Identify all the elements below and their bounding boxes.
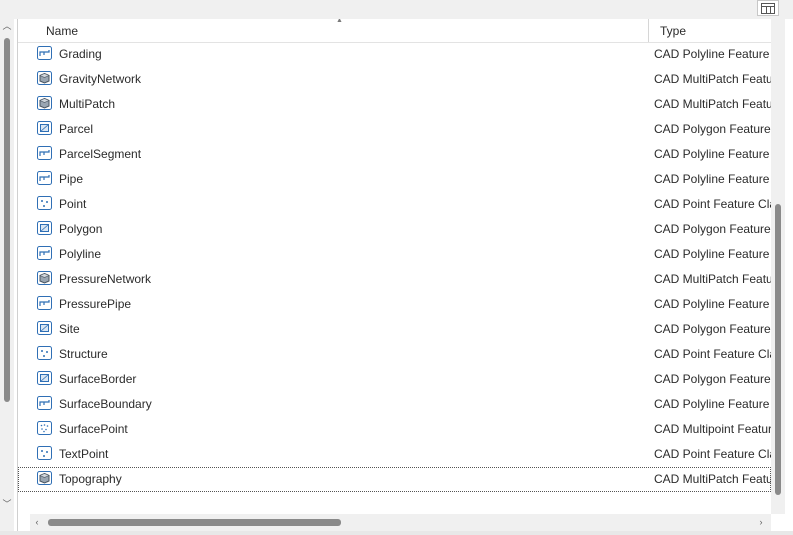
column-header-name[interactable]: Name [46, 24, 78, 38]
right-scrollbar-thumb[interactable] [775, 204, 781, 495]
row-type: CAD MultiPatch Feature Class [654, 97, 771, 111]
row-type: CAD Polygon Feature Class [654, 322, 771, 336]
table-row[interactable]: Topography CAD MultiPatch Feature Class [18, 467, 771, 492]
table-row[interactable]: Site CAD Polygon Feature Class [18, 317, 771, 342]
horizontal-scrollbar[interactable]: ‹ › [30, 514, 771, 531]
scroll-left-arrow-icon[interactable]: ‹ [30, 517, 44, 527]
row-name: SurfaceBoundary [59, 397, 152, 411]
row-type: CAD Point Feature Class [654, 347, 771, 361]
row-name: Polyline [59, 247, 102, 261]
row-type: CAD Multipoint Feature Class [654, 422, 771, 436]
polyline-icon [37, 296, 52, 310]
table-row[interactable]: Grading CAD Polyline Feature Class [18, 42, 771, 67]
left-scrollbar-thumb[interactable] [4, 38, 10, 402]
row-name: ParcelSegment [59, 147, 142, 161]
row-name: GravityNetwork [59, 72, 142, 86]
table-row[interactable]: TextPoint CAD Point Feature Class [18, 442, 771, 467]
table-row[interactable]: GravityNetwork CAD MultiPatch Feature Cla… [18, 67, 771, 92]
row-name: PressureNetwork [59, 272, 152, 286]
row-type: CAD Polyline Feature Class [654, 297, 771, 311]
table-body: Grading CAD Polyline Feature Class Gravity… [18, 42, 771, 492]
right-vertical-scrollbar[interactable] [771, 19, 785, 514]
table-row[interactable]: SurfaceBorder CAD Polygon Feature Class [18, 367, 771, 392]
multipatch-icon [37, 71, 52, 85]
table-row[interactable]: Polyline CAD Polyline Feature Class [18, 242, 771, 267]
row-type: CAD Point Feature Class [654, 447, 771, 461]
polyline-icon [37, 46, 52, 60]
row-name: MultiPatch [59, 97, 116, 111]
table-row[interactable]: SurfaceBoundary CAD Polyline Feature Clas… [18, 392, 771, 417]
polyline-icon [37, 146, 52, 160]
sort-ascending-icon: ▲ [336, 19, 343, 24]
row-name: TextPoint [59, 447, 109, 461]
scroll-up-arrow-icon[interactable]: ︿ [0, 21, 14, 31]
row-name: Point [59, 197, 87, 211]
table-row[interactable]: PressurePipe CAD Polyline Feature Class [18, 292, 771, 317]
table-layout-button[interactable] [757, 0, 779, 16]
polygon-icon [37, 121, 52, 135]
row-type: CAD MultiPatch Feature Class [654, 72, 771, 86]
polygon-icon [37, 221, 52, 235]
polygon-icon [37, 371, 52, 385]
top-toolbar [0, 0, 793, 19]
bottom-border [0, 531, 793, 535]
table-row[interactable]: SurfacePoint CAD Multipoint Feature Class [18, 417, 771, 442]
point-icon [37, 346, 52, 360]
row-name: Polygon [59, 222, 103, 236]
table-row[interactable]: PressureNetwork CAD MultiPatch Feature Cl… [18, 267, 771, 292]
row-type: CAD Polyline Feature Class [654, 247, 771, 261]
column-header-type[interactable]: Type [660, 24, 686, 38]
table-row[interactable]: Point CAD Point Feature Class [18, 192, 771, 217]
polygon-icon [37, 321, 52, 335]
row-type: CAD MultiPatch Feature Class [654, 472, 771, 486]
row-type: CAD Polygon Feature Class [654, 372, 771, 386]
polyline-icon [37, 171, 52, 185]
polyline-icon [37, 246, 52, 260]
row-type: CAD Point Feature Class [654, 197, 771, 211]
row-name: Structure [59, 347, 108, 361]
scroll-right-arrow-icon[interactable]: › [754, 517, 768, 527]
row-type: CAD Polyline Feature Class [654, 172, 771, 186]
table-layout-icon [761, 2, 775, 14]
point-icon [37, 446, 52, 460]
multipatch-icon [37, 471, 52, 485]
row-name: PressurePipe [59, 297, 132, 311]
horizontal-scrollbar-thumb[interactable] [48, 519, 341, 526]
row-name: Topography [59, 472, 122, 486]
table-row[interactable]: Parcel CAD Polygon Feature Class [18, 117, 771, 142]
row-type: CAD Polyline Feature Class [654, 147, 771, 161]
row-type: CAD Polygon Feature Class [654, 222, 771, 236]
table-header: ▲ Name Type [18, 19, 771, 43]
row-name: SurfaceBorder [59, 372, 137, 386]
row-name: Site [59, 322, 80, 336]
row-name: Pipe [59, 172, 84, 186]
table-row[interactable]: Structure CAD Point Feature Class [18, 342, 771, 367]
row-type: CAD Polyline Feature Class [654, 47, 771, 61]
scroll-down-arrow-icon[interactable]: ﹀ [0, 499, 14, 509]
table-row[interactable]: Pipe CAD Polyline Feature Class [18, 167, 771, 192]
column-resize-handle[interactable] [648, 19, 649, 42]
row-name: SurfacePoint [59, 422, 128, 436]
polyline-icon [37, 396, 52, 410]
multipatch-icon [37, 96, 52, 110]
feature-class-table: ▲ Name Type Grading CAD Polyline Feature … [18, 19, 771, 514]
row-name: Grading [59, 47, 102, 61]
table-row[interactable]: ParcelSegment CAD Polyline Feature Class [18, 142, 771, 167]
table-row[interactable]: MultiPatch CAD MultiPatch Feature Class [18, 92, 771, 117]
row-type: CAD Polygon Feature Class [654, 122, 771, 136]
row-type: CAD MultiPatch Feature Class [654, 272, 771, 286]
row-type: CAD Polyline Feature Class [654, 397, 771, 411]
row-name: Parcel [59, 122, 94, 136]
multipatch-icon [37, 271, 52, 285]
multipoint-icon [37, 421, 52, 435]
point-icon [37, 196, 52, 210]
left-vertical-scrollbar[interactable]: ︿ ﹀ [0, 19, 14, 531]
table-row[interactable]: Polygon CAD Polygon Feature Class [18, 217, 771, 242]
